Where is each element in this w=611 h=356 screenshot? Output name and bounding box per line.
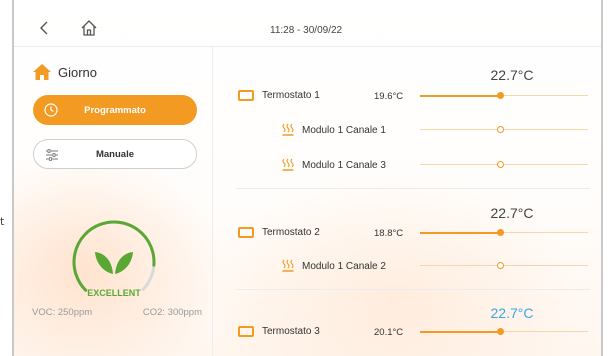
zone-name: Giorno	[58, 64, 98, 80]
thermostat-panel: 11:28 - 30/09/22 Giorno Programmato Manu	[12, 0, 603, 356]
thermostat-toggle-3[interactable]	[238, 326, 254, 337]
thermostat-temp-3: 20.1°C	[374, 327, 404, 338]
radiator-icon	[282, 158, 294, 171]
thermostat-temp-2: 18.8°C	[374, 228, 404, 239]
air-quality-gauge-level	[72, 220, 156, 292]
air-quality-status: EXCELLENT	[87, 288, 141, 298]
clock-icon	[44, 103, 58, 117]
voc-reading: VOC: 250ppm	[32, 307, 93, 318]
divider	[236, 289, 590, 290]
module-slider-1-2[interactable]	[420, 261, 588, 271]
thermostat-name-2: Termostato 2	[262, 227, 320, 238]
module-name-1-2: Modulo 1 Canale 2	[302, 261, 386, 272]
module-name-1-1: Modulo 1 Canale 1	[302, 125, 386, 136]
thermostat-toggle-2[interactable]	[238, 227, 254, 238]
radiator-icon	[282, 123, 294, 136]
mode-programmed-button[interactable]: Programmato	[33, 95, 197, 125]
setpoint-termostato-1: 22.7°C	[490, 67, 534, 83]
date-time: 11:28 - 30/09/22	[270, 25, 343, 36]
mode-manual-button[interactable]: Manuale	[33, 139, 197, 169]
setpoint-termostato-2: 22.7°C	[490, 205, 534, 221]
module-slider-1-3[interactable]	[420, 160, 588, 170]
setpoint-slider-1[interactable]	[420, 91, 588, 101]
thermostat-toggle-1[interactable]	[238, 90, 254, 101]
house-icon	[33, 64, 51, 80]
chevron-left-icon	[40, 21, 48, 35]
zone-title: Giorno	[32, 63, 97, 81]
air-quality-gauge: EXCELLENT	[72, 220, 156, 298]
sliders-icon	[46, 149, 58, 161]
module-name-1-3: Modulo 1 Canale 3	[302, 160, 386, 171]
home-button[interactable]	[80, 19, 98, 37]
top-bar: 11:28 - 30/09/22	[14, 0, 601, 47]
thermostat-name-3: Termostato 3	[262, 326, 320, 337]
setpoint-slider-3[interactable]	[420, 327, 588, 337]
thermostat-temp-1: 19.6°C	[374, 91, 404, 102]
setpoint-slider-2[interactable]	[420, 228, 588, 238]
co2-reading: CO2: 300ppm	[142, 307, 202, 318]
module-slider-1-1[interactable]	[420, 125, 588, 135]
zone-panel: Giorno Programmato Manuale EXCELLENT VOC…	[14, 47, 213, 356]
clipped-edge-text: t	[0, 215, 5, 228]
divider	[236, 188, 590, 189]
back-button[interactable]	[36, 20, 52, 36]
thermostat-list: 22.7°C Termostato 1 19.6°C Modulo 1 Cana…	[224, 47, 599, 356]
setpoint-termostato-3: 22.7°C	[490, 305, 534, 321]
radiator-icon	[282, 259, 294, 272]
home-icon	[81, 20, 97, 36]
leaf-icon	[95, 252, 133, 274]
thermostat-name-1: Termostato 1	[262, 90, 320, 101]
